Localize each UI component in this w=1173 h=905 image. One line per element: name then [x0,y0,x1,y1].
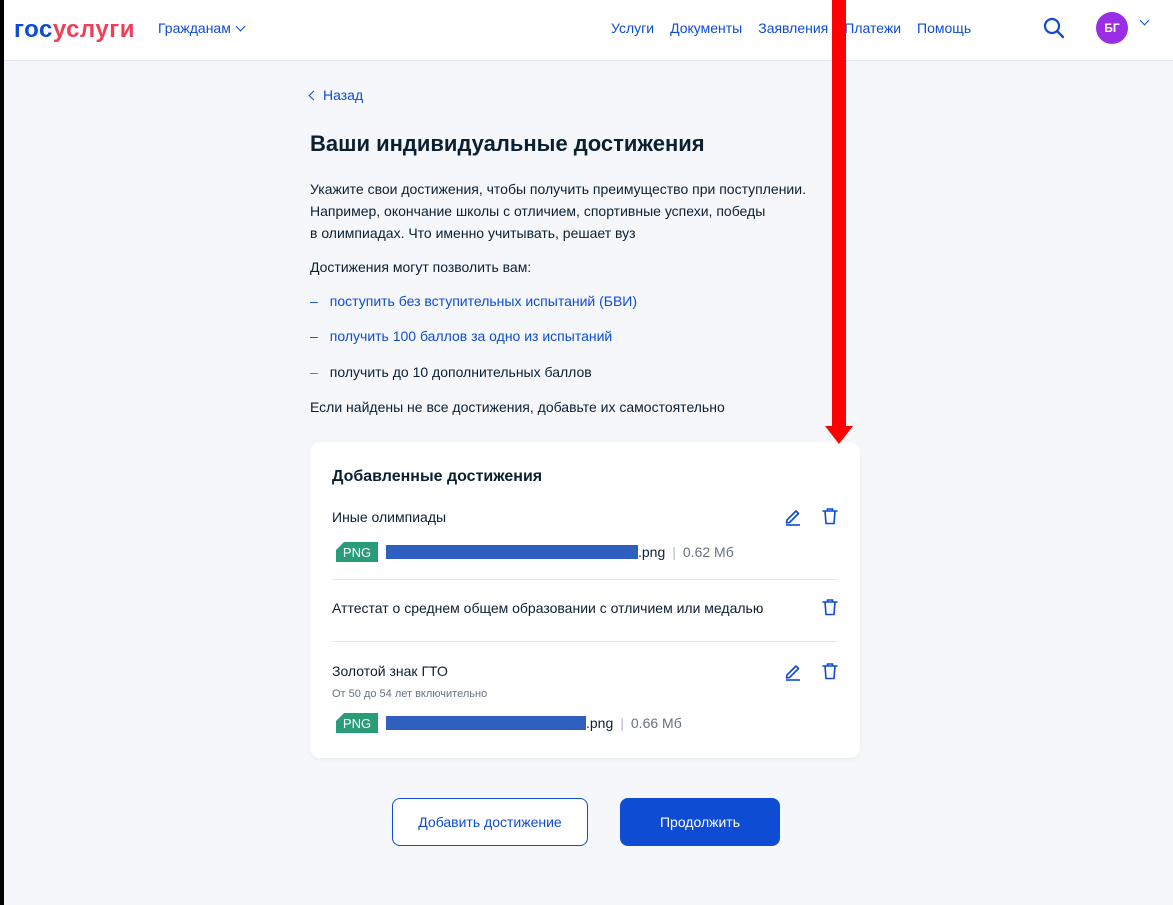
edit-pencil-icon[interactable] [783,661,803,681]
redacted-filename [386,545,638,559]
achievement-subtitle: От 50 до 54 лет включительно [332,688,488,700]
hint-note: Если найдены не все достижения, добавьте… [310,399,725,415]
add-achievement-button[interactable]: Добавить достижение [392,798,588,846]
annotation-arrow-shaft [832,0,846,428]
png-file-icon: PNG [336,713,378,733]
file-extension: .png [638,544,666,560]
profile-chevron-down-icon[interactable] [1139,15,1150,26]
nav-help[interactable]: Помощь [917,20,971,36]
edit-pencil-icon[interactable] [783,506,803,526]
description-line: Например, окончание школы с отличием, сп… [310,203,766,219]
audience-label: Гражданам [158,20,231,36]
trash-icon[interactable] [820,506,840,526]
benefit-text: получить 100 баллов за одно из испытаний [329,328,613,344]
chevron-left-icon [308,90,319,100]
avatar[interactable]: БГ [1096,12,1128,44]
achievement-title: Золотой знак ГТО [332,663,448,679]
card-title: Добавленные достижения [332,468,543,485]
file-size: 0.62 Мб [682,544,734,560]
achievement-title: Аттестат о среднем общем образовании с о… [332,600,764,616]
logo-part-gos: гос [14,16,53,43]
nav-payments[interactable]: Платежи [844,20,901,36]
back-link[interactable]: Назад [308,87,364,103]
nav-services[interactable]: Услуги [611,20,654,36]
file-extension: .png [586,715,614,731]
trash-icon[interactable] [820,661,840,681]
page-description: Укажите свои достижения, чтобы получить … [310,178,870,244]
achievement-title: Иные олимпиады [332,509,447,525]
png-file-icon: PNG [336,542,378,562]
list-dash: – [310,328,318,344]
top-header: госуслуги Гражданам Услуги Документы Зая… [4,0,1173,61]
chevron-down-icon [235,21,246,31]
page-frame: госуслуги Гражданам Услуги Документы Зая… [4,0,1173,905]
benefit-text: получить до 10 дополнительных баллов [329,364,592,380]
benefit-link-bvi[interactable]: – поступить без вступительных испытаний … [310,293,637,309]
avatar-initials: БГ [1104,21,1120,35]
file-separator: | [672,544,676,560]
trash-icon[interactable] [820,597,840,617]
benefits-lead: Достижения могут позволить вам: [310,259,532,275]
page-title: Ваши индивидуальные достижения [310,131,705,156]
achievements-card: Добавленные достижения Иные олимпиады PN… [310,442,860,758]
file-separator: | [620,715,624,731]
benefit-extra-points: – получить до 10 дополнительных баллов [310,364,592,380]
audience-selector[interactable]: Гражданам [158,20,246,36]
gosuslugi-logo[interactable]: госуслуги [14,16,135,44]
continue-button[interactable]: Продолжить [620,798,780,846]
nav-applications[interactable]: Заявления [758,20,828,36]
description-line: в олимпиадах. Что именно учитывать, реша… [310,225,636,241]
attached-file[interactable]: PNG .png | 0.66 Мб [336,713,682,733]
search-icon[interactable] [1042,16,1066,40]
logo-part-uslugi: услуги [52,16,135,43]
nav-documents[interactable]: Документы [670,20,742,36]
description-line: Укажите свои достижения, чтобы получить … [310,181,806,197]
annotation-arrow-head [825,426,853,444]
benefit-link-100-points[interactable]: – получить 100 баллов за одно из испытан… [310,328,612,344]
divider [332,641,838,642]
list-dash: – [310,364,318,380]
main-nav: Услуги Документы Заявления Платежи Помощ… [611,20,971,36]
attached-file[interactable]: PNG .png | 0.62 Мб [336,542,734,562]
redacted-filename [386,716,586,730]
benefit-text: поступить без вступительных испытаний (Б… [329,293,638,309]
divider [332,579,838,580]
file-size: 0.66 Мб [630,715,682,731]
list-dash: – [310,293,318,309]
back-label: Назад [323,87,364,103]
